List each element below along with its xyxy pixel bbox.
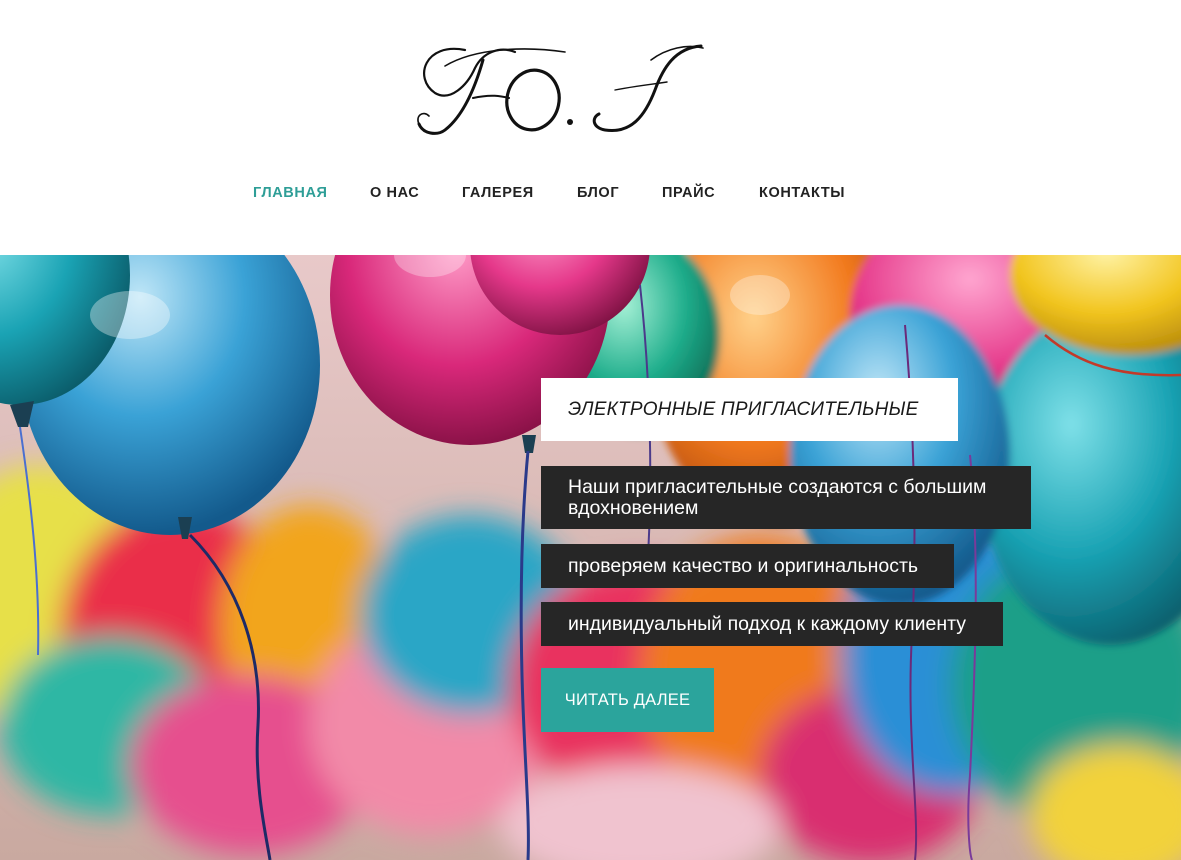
feature-item-inspiration: Наши пригласительные создаются с большим… [541, 466, 1031, 529]
site-logo[interactable] [405, 38, 710, 138]
nav-item-blog[interactable]: БЛОГ [577, 185, 619, 201]
logo-monogram-icon [417, 44, 704, 135]
feature-item-individual: индивидуальный подход к каждому клиенту [541, 602, 1003, 646]
nav-item-contacts[interactable]: КОНТАКТЫ [759, 185, 845, 201]
read-more-button[interactable]: ЧИТАТЬ ДАЛЕЕ [541, 668, 714, 732]
nav-item-gallery[interactable]: ГАЛЕРЕЯ [462, 185, 534, 201]
feature-item-quality: проверяем качество и оригинальность [541, 544, 954, 588]
hero-tagline-box: ЭЛЕКТРОННЫЕ ПРИГЛАСИТЕЛЬНЫЕ [541, 378, 958, 441]
hero-section: ЭЛЕКТРОННЫЕ ПРИГЛАСИТЕЛЬНЫЕ Наши приглас… [0, 255, 1181, 860]
hero-tagline: ЭЛЕКТРОННЫЕ ПРИГЛАСИТЕЛЬНЫЕ [568, 398, 919, 420]
nav-item-home[interactable]: ГЛАВНАЯ [253, 185, 328, 201]
nav-item-price[interactable]: ПРАЙС [662, 185, 715, 201]
site-header: ГЛАВНАЯ О НАС ГАЛЕРЕЯ БЛОГ ПРАЙС КОНТАКТ… [0, 0, 1181, 255]
nav-item-about[interactable]: О НАС [370, 185, 419, 201]
main-nav: ГЛАВНАЯ О НАС ГАЛЕРЕЯ БЛОГ ПРАЙС КОНТАКТ… [0, 185, 1181, 205]
